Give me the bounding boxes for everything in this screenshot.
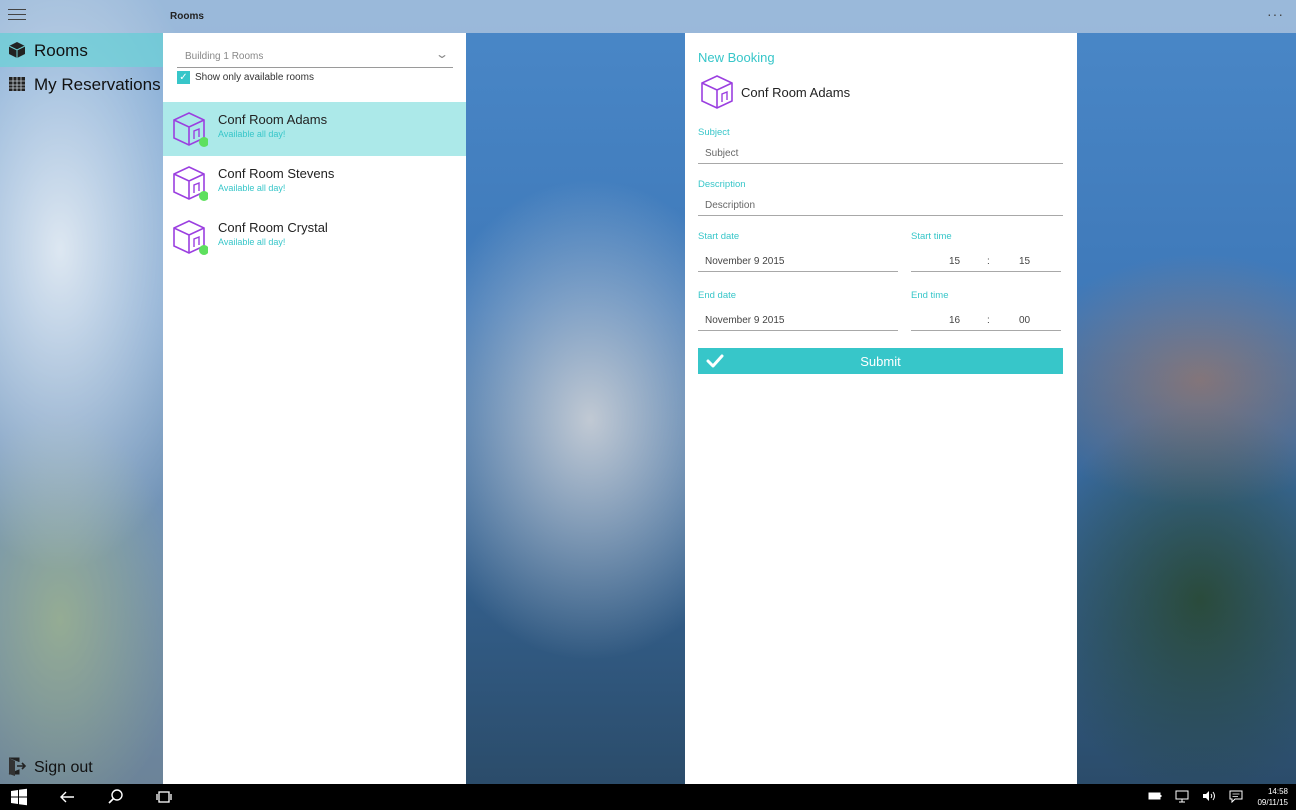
- nav-item-label: Rooms: [34, 41, 88, 60]
- building-select[interactable]: Building 1 Rooms ⌄: [177, 47, 453, 68]
- start-date-value: November 9 2015: [705, 256, 785, 267]
- start-time-label: Start time: [911, 231, 952, 242]
- end-time-label: End time: [911, 290, 949, 301]
- booking-room-name: Conf Room Adams: [741, 85, 851, 100]
- more-dots-icon[interactable]: ···: [1267, 6, 1284, 22]
- end-hour: 16: [949, 315, 961, 326]
- clock-time: 14:58: [1267, 787, 1288, 796]
- time-separator: :: [987, 256, 990, 267]
- description-field[interactable]: Description: [698, 197, 1063, 216]
- room-item-crystal[interactable]: Conf Room Crystal Available all day!: [163, 210, 466, 264]
- room-status: Available all day!: [218, 183, 286, 193]
- submit-button[interactable]: Submit: [698, 348, 1063, 374]
- room-item-stevens[interactable]: Conf Room Stevens Available all day!: [163, 156, 466, 210]
- battery-icon[interactable]: [1148, 789, 1162, 803]
- start-date-label: Start date: [698, 231, 740, 242]
- end-minute: 00: [1019, 315, 1031, 326]
- description-label: Description: [698, 179, 746, 190]
- room-status: Available all day!: [218, 237, 286, 247]
- start-hour: 15: [949, 256, 961, 267]
- available-rooms-checkbox[interactable]: ✓: [177, 71, 190, 84]
- submit-label: Submit: [860, 354, 901, 369]
- calendar-grid-icon: [9, 77, 25, 91]
- title-bar: Rooms ···: [0, 0, 1296, 33]
- subject-field[interactable]: Subject: [698, 145, 1063, 164]
- end-date-value: November 9 2015: [705, 315, 785, 326]
- room-status: Available all day!: [218, 129, 286, 139]
- action-center-icon[interactable]: [1229, 789, 1243, 803]
- room-item-adams[interactable]: Conf Room Adams Available all day!: [163, 102, 466, 156]
- windows-start-icon[interactable]: [10, 788, 28, 806]
- building-select-value: Building 1 Rooms: [185, 51, 264, 62]
- start-date-picker[interactable]: November 9 2015: [698, 253, 898, 272]
- network-icon[interactable]: [1175, 789, 1189, 803]
- end-time-picker[interactable]: 16 : 00: [911, 312, 1061, 331]
- nav-pane: Rooms My Reservations: [0, 33, 163, 784]
- nav-item-label: My Reservations: [34, 75, 161, 94]
- chevron-down-icon: ⌄: [434, 47, 450, 61]
- clock-date: 09/11/15: [1257, 798, 1288, 807]
- back-arrow-icon[interactable]: [58, 788, 76, 806]
- nav-item-rooms[interactable]: Rooms: [0, 33, 163, 67]
- end-date-label: End date: [698, 290, 737, 301]
- description-placeholder: Description: [705, 200, 756, 211]
- window-title: Rooms: [170, 11, 204, 22]
- sign-out-button[interactable]: Sign out: [0, 750, 163, 784]
- hamburger-menu-icon[interactable]: [8, 9, 26, 23]
- taskbar-clock[interactable]: 14:58 09/11/15: [1257, 786, 1288, 808]
- volume-icon[interactable]: [1202, 789, 1216, 803]
- room-name: Conf Room Stevens: [218, 166, 335, 181]
- room-name: Conf Room Adams: [218, 112, 328, 127]
- nav-item-my-reservations[interactable]: My Reservations: [0, 67, 163, 101]
- task-view-icon[interactable]: [155, 788, 173, 806]
- checkbox-label: Show only available rooms: [195, 72, 314, 83]
- sign-out-icon: [8, 757, 27, 776]
- taskbar: 14:58 09/11/15: [0, 784, 1296, 810]
- subject-label: Subject: [698, 127, 730, 138]
- room-name: Conf Room Crystal: [218, 220, 328, 235]
- room-cube-icon: [173, 112, 208, 147]
- room-cube-icon: [173, 166, 208, 201]
- sign-out-label: Sign out: [34, 759, 93, 776]
- search-icon[interactable]: [107, 788, 125, 806]
- start-minute: 15: [1019, 256, 1031, 267]
- end-date-picker[interactable]: November 9 2015: [698, 312, 898, 331]
- new-booking-panel: New Booking Conf Room Adams Subject Subj…: [685, 33, 1077, 784]
- start-time-picker[interactable]: 15 : 15: [911, 253, 1061, 272]
- room-cube-icon: [173, 220, 208, 255]
- cube-icon: [8, 42, 26, 58]
- subject-placeholder: Subject: [705, 148, 739, 159]
- room-cube-icon: [701, 75, 733, 109]
- time-separator: :: [987, 315, 990, 326]
- rooms-list-panel: Building 1 Rooms ⌄ ✓ Show only available…: [163, 33, 466, 784]
- booking-title: New Booking: [698, 50, 775, 65]
